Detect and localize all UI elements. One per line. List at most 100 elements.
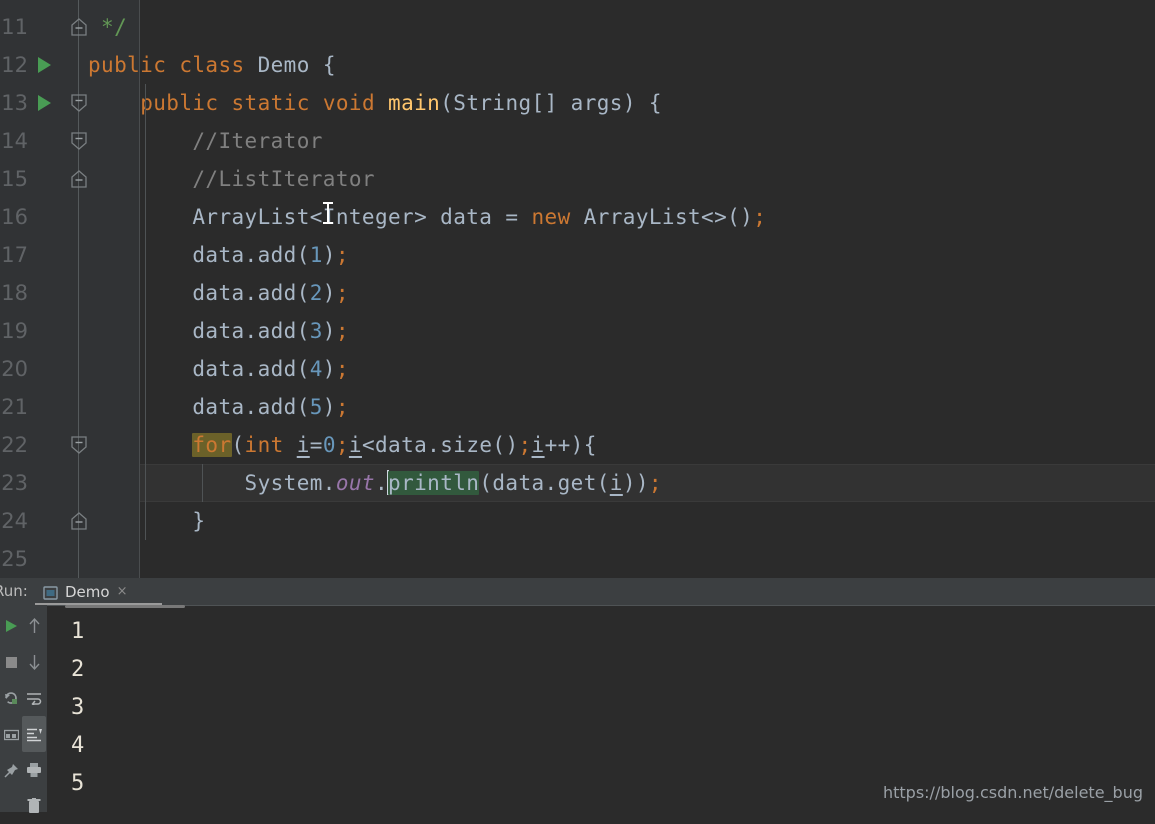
line-number: 13	[1, 91, 28, 115]
line-number: 20	[1, 357, 28, 381]
line-number: 22	[1, 433, 28, 457]
run-tab-bar: Run: Demo ×	[0, 578, 1155, 605]
indent-guide-1	[145, 84, 146, 540]
code-text: //Iterator	[192, 129, 323, 153]
code-line[interactable]: 16 ArrayList<Integer> data = new ArrayLi…	[0, 198, 1155, 236]
line-number: 14	[1, 129, 28, 153]
clear-all-button[interactable]	[22, 788, 46, 824]
fold-region-line	[78, 198, 79, 236]
console-output-area[interactable]: 12345 https://blog.csdn.net/delete_bug	[47, 605, 1155, 812]
code-line[interactable]: 17 data.add(1);	[0, 236, 1155, 274]
code-line[interactable]: 14 //Iterator	[0, 122, 1155, 160]
code-line[interactable]: 22 for(int i=0;i<data.size();i++){	[0, 426, 1155, 464]
code-fold-end-icon[interactable]	[68, 168, 90, 190]
run-tab-label: Demo	[65, 582, 110, 601]
code-text: public static void main(String[] args) {	[140, 91, 662, 115]
console-top-divider	[47, 605, 1155, 606]
code-fold-start-icon[interactable]	[68, 434, 90, 456]
up-the-stack-trace-button[interactable]	[22, 608, 46, 644]
console-actions-toolbar[interactable]	[22, 605, 46, 813]
run-tool-window[interactable]: Run: Demo ×	[0, 578, 1155, 813]
code-text: */	[88, 15, 128, 39]
run-actions-toolbar[interactable]	[0, 605, 22, 812]
line-number: 16	[1, 205, 28, 229]
fold-region-line	[78, 350, 79, 388]
gutter-separator	[139, 540, 140, 578]
line-number: 11	[1, 15, 28, 39]
fold-region-line	[78, 236, 79, 274]
code-editor[interactable]: 11 */ 12 public class Demo { 13 public stat…	[0, 0, 1155, 578]
code-line[interactable]: 15 //ListIterator	[0, 160, 1155, 198]
code-text: data.add(2);	[192, 281, 349, 305]
code-text: data.add(1);	[192, 243, 349, 267]
code-text: data.add(5);	[192, 395, 349, 419]
code-text: for(int i=0;i<data.size();i++){	[192, 433, 597, 457]
code-text: ArrayList<Integer> data = new ArrayList<…	[192, 205, 767, 229]
ide-window: 11 */12 public class Demo {13 public stat…	[0, 0, 1155, 813]
code-text: System.out.println(data.get(i));	[244, 470, 662, 495]
fold-region-line	[78, 274, 79, 312]
console-line: 4	[71, 733, 85, 758]
code-line[interactable]: 20 data.add(4);	[0, 350, 1155, 388]
watermark-text: https://blog.csdn.net/delete_bug	[882, 783, 1143, 802]
editor-gutter[interactable]: 25	[0, 540, 140, 578]
code-fold-end-icon[interactable]	[68, 510, 90, 532]
code-fold-end-icon[interactable]	[68, 16, 90, 38]
code-text: data.add(3);	[192, 319, 349, 343]
line-number: 15	[1, 167, 28, 191]
run-line-icon[interactable]	[38, 95, 51, 111]
code-line[interactable]: 19 data.add(3);	[0, 312, 1155, 350]
line-number: 18	[1, 281, 28, 305]
indent-guide-2	[202, 464, 203, 502]
code-line[interactable]: 23 System.out.println(data.get(i));	[0, 464, 1155, 502]
layout-settings-button[interactable]	[0, 716, 22, 752]
run-tab-demo[interactable]: Demo ×	[35, 578, 135, 605]
run-line-icon[interactable]	[38, 57, 51, 73]
run-window-label: Run:	[0, 582, 28, 600]
gutter-separator	[139, 8, 140, 46]
scroll-to-end-button[interactable]	[22, 716, 46, 752]
gutter-separator	[139, 0, 140, 8]
fold-region-line	[78, 388, 79, 426]
code-line[interactable]: 13 public static void main(String[] args…	[0, 84, 1155, 122]
code-line[interactable]: 11 */	[0, 8, 1155, 46]
down-the-stack-trace-button[interactable]	[22, 644, 46, 680]
code-text: data.add(4);	[192, 357, 349, 381]
code-fold-start-icon[interactable]	[68, 92, 90, 114]
console-line: 3	[71, 695, 85, 720]
line-number: 19	[1, 319, 28, 343]
code-line[interactable]: 12 public class Demo {	[0, 46, 1155, 84]
close-icon[interactable]: ×	[117, 584, 128, 599]
code-fold-start-icon[interactable]	[68, 130, 90, 152]
pin-tab-button[interactable]	[0, 752, 22, 788]
code-line[interactable]: 18 data.add(2);	[0, 274, 1155, 312]
code-text: //ListIterator	[192, 167, 375, 191]
fold-region-line	[78, 312, 79, 350]
line-number: 12	[1, 53, 28, 77]
rerun-button[interactable]	[0, 608, 22, 644]
code-line[interactable]	[0, 0, 1155, 8]
print-button[interactable]	[22, 752, 46, 788]
code-text: }	[192, 509, 206, 533]
line-number: 17	[1, 243, 28, 267]
fold-region-line	[78, 540, 79, 578]
line-number: 25	[1, 547, 28, 571]
console-scrollbar[interactable]	[65, 605, 185, 608]
line-number: 21	[1, 395, 28, 419]
console-line: 2	[71, 657, 85, 682]
code-line[interactable]: 25	[0, 540, 1155, 578]
fold-region-line	[78, 46, 79, 84]
code-text: public class Demo {	[88, 53, 336, 77]
fold-region-line	[78, 464, 79, 502]
run-configuration-icon	[43, 585, 58, 600]
editor-gutter[interactable]	[0, 0, 140, 8]
code-line[interactable]: 24 }	[0, 502, 1155, 540]
stop-button[interactable]	[0, 644, 22, 680]
line-number: 23	[1, 471, 28, 495]
line-number: 24	[1, 509, 28, 533]
rerun-failed-tests-button[interactable]	[0, 680, 22, 716]
code-line[interactable]: 21 data.add(5);	[0, 388, 1155, 426]
console-line: 1	[71, 619, 85, 644]
soft-wrap-button[interactable]	[22, 680, 46, 716]
fold-region-line	[78, 0, 79, 8]
